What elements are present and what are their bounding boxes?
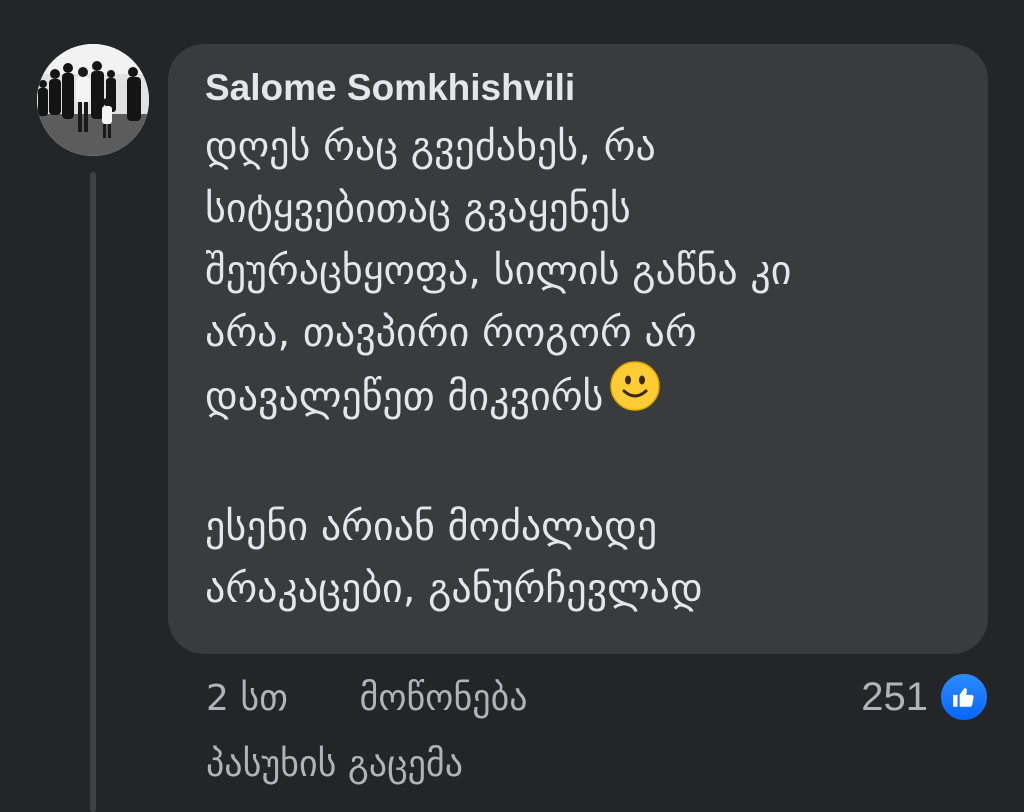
comment-line: ესენი არიან მოძალადე [205,504,658,550]
like-icon [938,671,990,723]
comment-line-with-emoji: დავალეწეთ მიკვირს [205,361,952,434]
comment-author[interactable]: Salome Somkhishvili [205,66,575,110]
comment-line: არაკაცები, განურჩევლად [205,566,703,612]
comment-text: დღეს რაც გვეძახეს, რა სიტყვებითაც გვაყენ… [205,116,952,620]
comment-line: შეურაცხყოფა, სილის გაწნა კი [205,248,792,294]
reaction-count: 251 [861,674,928,719]
comment-line: დღეს რაც გვეძახეს, რა [205,124,656,170]
comment-line: სიტყვებითაც გვაყენეს [205,186,631,232]
comment-line: დავალეწეთ მიკვირს [205,374,604,420]
comment-bubble: Salome Somkhishvili დღეს რაც გვეძახეს, რ… [168,44,988,654]
like-button[interactable]: მოწონება [359,676,527,722]
comment-timestamp[interactable]: 2 სთ [206,676,288,722]
slightly-smiling-face-icon [609,360,661,430]
thread-line [90,172,96,812]
avatar-photo [37,44,149,156]
avatar[interactable] [37,44,149,156]
reply-button[interactable]: პასუხის გაცემა [206,742,463,788]
reaction-summary[interactable]: 251 [861,671,990,723]
comment-meta: 2 სთ მოწონება [206,676,527,722]
comment-line: არა, თავპირი როგორ არ [205,310,697,356]
paragraph-break [205,434,952,496]
